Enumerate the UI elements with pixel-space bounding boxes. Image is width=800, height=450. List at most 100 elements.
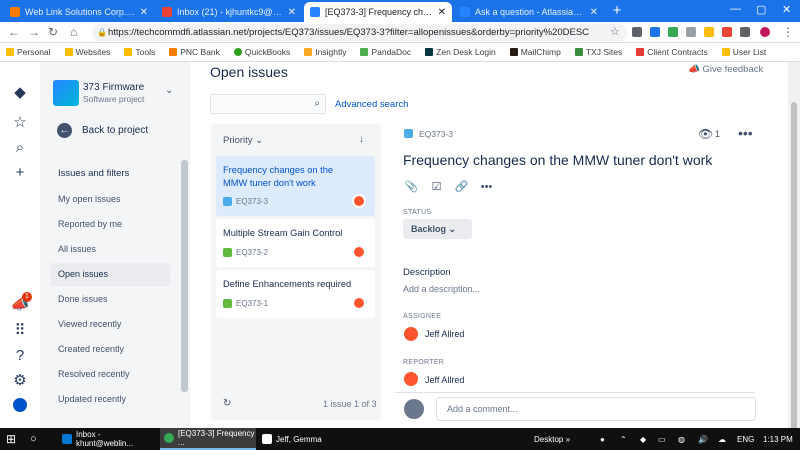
- language-indicator[interactable]: ENG: [737, 428, 754, 450]
- description-field[interactable]: Add a description...: [403, 284, 480, 294]
- maximize-icon[interactable]: ▢: [756, 3, 766, 16]
- more-actions-icon[interactable]: •••: [478, 178, 495, 195]
- filter-updated-recently[interactable]: Updated recently: [50, 388, 170, 411]
- issue-card[interactable]: Multiple Stream Gain Control EQ373-2: [216, 219, 375, 267]
- browser-tab[interactable]: Web Link Solutions Corp. Agent ✕: [4, 2, 154, 22]
- issue-summary[interactable]: Frequency changes on the MMW tuner don't…: [403, 152, 712, 168]
- project-avatar[interactable]: [53, 80, 79, 106]
- sort-dropdown[interactable]: Priority ⌄: [223, 135, 263, 146]
- bookmark-star-icon[interactable]: ☆: [610, 25, 620, 38]
- extension-icon[interactable]: [668, 27, 678, 37]
- reporter-name[interactable]: Jeff Allred: [425, 375, 464, 385]
- filter-done-issues[interactable]: Done issues: [50, 288, 170, 311]
- extension-icon[interactable]: [722, 27, 732, 37]
- link-icon[interactable]: 🔗: [453, 178, 470, 195]
- extension-icon[interactable]: [632, 27, 642, 37]
- bookmark-item[interactable]: TXJ Sites: [574, 47, 622, 57]
- close-icon[interactable]: ✕: [140, 7, 148, 18]
- filter-created-recently[interactable]: Created recently: [50, 338, 170, 361]
- chevron-down-icon[interactable]: ⌄: [165, 85, 173, 96]
- filter-resolved-recently[interactable]: Resolved recently: [50, 363, 170, 386]
- back-arrow-icon[interactable]: ←: [8, 25, 20, 39]
- star-icon[interactable]: ☆: [10, 112, 30, 132]
- bookmark-item[interactable]: Client Contracts: [636, 47, 708, 57]
- onedrive-icon[interactable]: ☁: [718, 428, 726, 450]
- profile-avatar[interactable]: [760, 27, 770, 37]
- jira-logo-icon[interactable]: ◆: [10, 82, 30, 102]
- issue-card[interactable]: Define Enhancements required EQ373-1: [216, 270, 375, 318]
- browser-tab[interactable]: Inbox (21) - kjhuntkc9@gmail.com ✕: [156, 2, 302, 22]
- windows-start-icon[interactable]: ⊞: [2, 428, 16, 450]
- tray-icon[interactable]: ●: [600, 428, 605, 450]
- project-name[interactable]: 373 Firmware: [83, 82, 144, 93]
- create-plus-icon[interactable]: +: [10, 162, 30, 182]
- forward-arrow-icon[interactable]: →: [28, 25, 40, 39]
- comment-input[interactable]: Add a comment...: [436, 397, 756, 421]
- search-icon[interactable]: ⌕: [10, 137, 30, 157]
- bookmark-item[interactable]: Tools: [124, 47, 155, 57]
- network-icon[interactable]: ◍: [678, 428, 685, 450]
- close-window-icon[interactable]: ✕: [782, 3, 791, 16]
- bookmark-item[interactable]: QuickBooks: [233, 47, 290, 57]
- taskbar-item-chrome[interactable]: [EQ373-3] Frequency ...: [160, 428, 256, 450]
- help-icon[interactable]: ?: [10, 345, 30, 365]
- settings-gear-icon[interactable]: ⚙: [10, 370, 30, 390]
- close-icon[interactable]: ✕: [438, 7, 446, 18]
- extension-icon[interactable]: [704, 27, 714, 37]
- extension-icon[interactable]: [650, 27, 660, 37]
- back-to-project-link[interactable]: Back to project: [82, 125, 148, 136]
- taskbar-item-chat[interactable]: Jeff, Gemma: [258, 428, 338, 450]
- notifications-icon[interactable]: 📣 1: [10, 292, 32, 314]
- bookmark-item[interactable]: User List: [721, 47, 766, 57]
- page-scrollbar[interactable]: [788, 62, 800, 442]
- url-field[interactable]: 🔒 https://techcommdfi.atlassian.net/proj…: [92, 24, 627, 41]
- sort-direction-icon[interactable]: ↓: [359, 134, 364, 145]
- browser-tab[interactable]: Ask a question - Atlassian Comm ✕: [454, 2, 604, 22]
- subtask-icon[interactable]: ☑: [428, 178, 445, 195]
- minimize-icon[interactable]: —: [730, 3, 741, 15]
- filter-open-issues[interactable]: Open issues: [50, 263, 170, 286]
- menu-kebab-icon[interactable]: ⋮: [782, 25, 794, 39]
- filter-viewed-recently[interactable]: Viewed recently: [50, 313, 170, 336]
- bookmark-item[interactable]: MailChimp: [509, 47, 561, 57]
- new-tab-button[interactable]: +: [608, 3, 626, 19]
- give-feedback-link[interactable]: 📣 Give feedback: [688, 64, 763, 75]
- issue-card-selected[interactable]: Frequency changes on the MMW tuner don't…: [216, 156, 375, 216]
- reload-icon[interactable]: ↻: [48, 25, 58, 39]
- browser-tab-active[interactable]: [EQ373-3] Frequency changes on ✕: [304, 2, 452, 22]
- extension-icon[interactable]: [740, 27, 750, 37]
- app-switcher-icon[interactable]: ⠿: [10, 320, 30, 340]
- tray-icon[interactable]: ◆: [640, 428, 646, 450]
- bookmark-item[interactable]: PNC Bank: [169, 47, 220, 57]
- home-icon[interactable]: ⌂: [70, 25, 77, 39]
- desktop-toolbar[interactable]: Desktop »: [534, 428, 570, 450]
- bookmark-item[interactable]: Personal: [6, 47, 51, 57]
- clock[interactable]: 1:13 PM: [763, 428, 793, 450]
- eye-icon[interactable]: 👁: [698, 127, 713, 141]
- filter-my-open-issues[interactable]: My open issues: [50, 188, 170, 211]
- search-input[interactable]: ⌕: [210, 94, 326, 114]
- user-avatar[interactable]: [10, 395, 30, 415]
- filter-reported-by-me[interactable]: Reported by me: [50, 213, 170, 236]
- attachment-icon[interactable]: 📎: [403, 178, 420, 195]
- advanced-search-link[interactable]: Advanced search: [335, 99, 408, 110]
- filter-all-issues[interactable]: All issues: [50, 238, 170, 261]
- scrollbar-thumb[interactable]: [791, 102, 797, 442]
- bookmark-item[interactable]: Insightly: [304, 47, 346, 57]
- issue-key-link[interactable]: EQ373-3: [419, 129, 453, 139]
- volume-icon[interactable]: 🔊: [698, 428, 708, 450]
- bookmark-item[interactable]: PandaDoc: [360, 47, 411, 57]
- tray-icon[interactable]: ▭: [658, 428, 666, 450]
- tray-icon[interactable]: ⌃: [620, 428, 627, 450]
- extension-icon[interactable]: [686, 27, 696, 37]
- close-icon[interactable]: ✕: [590, 7, 598, 18]
- assignee-name[interactable]: Jeff Allred: [425, 329, 464, 339]
- bookmark-item[interactable]: Websites: [64, 47, 110, 57]
- close-icon[interactable]: ✕: [288, 7, 296, 18]
- status-dropdown[interactable]: Backlog ⌄: [403, 219, 472, 239]
- back-arrow-icon[interactable]: ←: [57, 123, 72, 138]
- sidebar-scrollbar[interactable]: [181, 160, 188, 392]
- more-actions-icon[interactable]: •••: [738, 125, 753, 141]
- cortana-icon[interactable]: ○: [26, 428, 37, 450]
- taskbar-item-outlook[interactable]: Inbox - khunt@weblin...: [58, 428, 158, 450]
